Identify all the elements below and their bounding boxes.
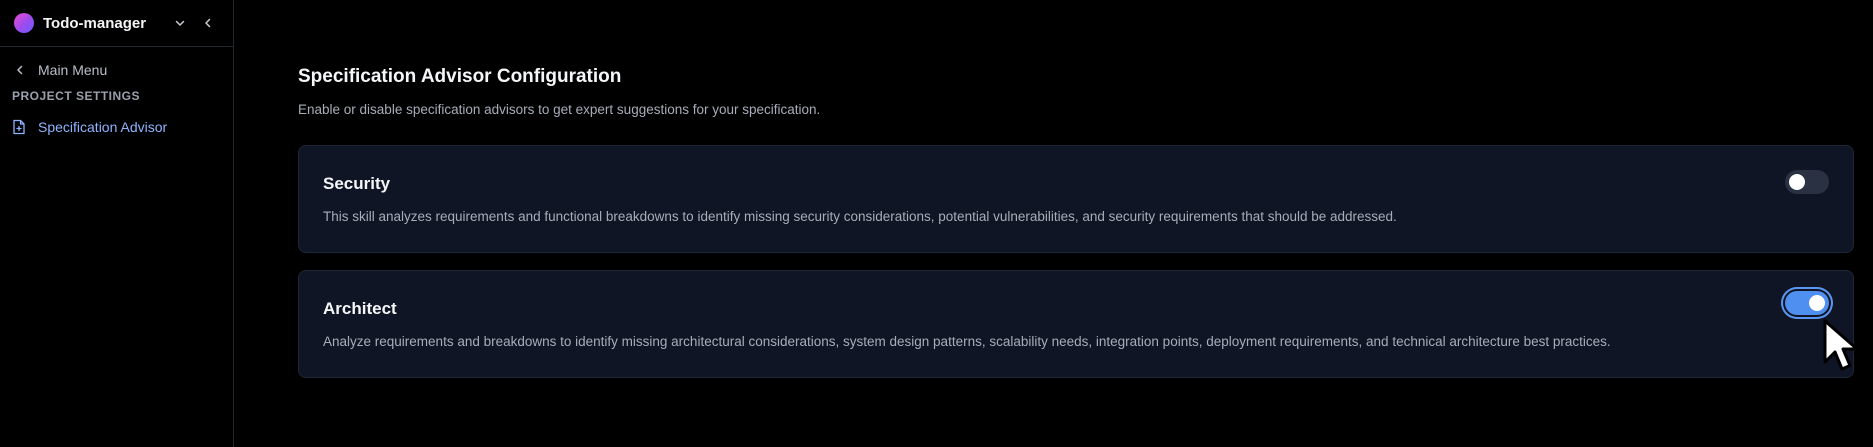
section-heading: PROJECT SETTINGS [12,89,141,103]
app-root: Todo-manager Main Menu PROJECT SETTINGS [0,0,1873,447]
advisor-title: Architect [323,299,397,318]
toggle-knob [1789,174,1805,190]
chevron-left-icon [14,63,28,77]
main-content: Specification Advisor Configuration Enab… [234,0,1873,447]
sidebar-item-specification-advisor[interactable]: Specification Advisor [0,112,233,142]
security-toggle[interactable] [1785,170,1829,194]
chevron-left-icon [205,18,211,28]
sidebar-item-label: Specification Advisor [38,119,168,135]
project-header: Todo-manager [0,0,233,47]
main-menu-link[interactable]: Main Menu [0,53,233,87]
document-icon [12,119,28,135]
advisor-card-security: Security This skill analyzes requirement… [298,145,1854,253]
main-menu-label: Main Menu [38,62,108,78]
advisor-description: Analyze requirements and breakdowns to i… [323,334,1611,349]
advisor-card-architect: Architect Analyze requirements and break… [298,270,1854,378]
page-title: Specification Advisor Configuration [298,66,622,87]
project-switcher-button[interactable] [169,12,191,34]
page-subtitle: Enable or disable specification advisors… [298,102,821,117]
collapse-sidebar-button[interactable] [197,12,219,34]
sidebar: Todo-manager Main Menu PROJECT SETTINGS [0,0,234,447]
toggle-knob [1809,295,1825,311]
chevron-down-icon [175,20,185,26]
advisor-description: This skill analyzes requirements and fun… [323,209,1397,224]
project-avatar [14,13,34,33]
architect-toggle[interactable] [1785,291,1829,315]
project-name[interactable]: Todo-manager [43,15,163,32]
advisor-title: Security [323,174,391,193]
